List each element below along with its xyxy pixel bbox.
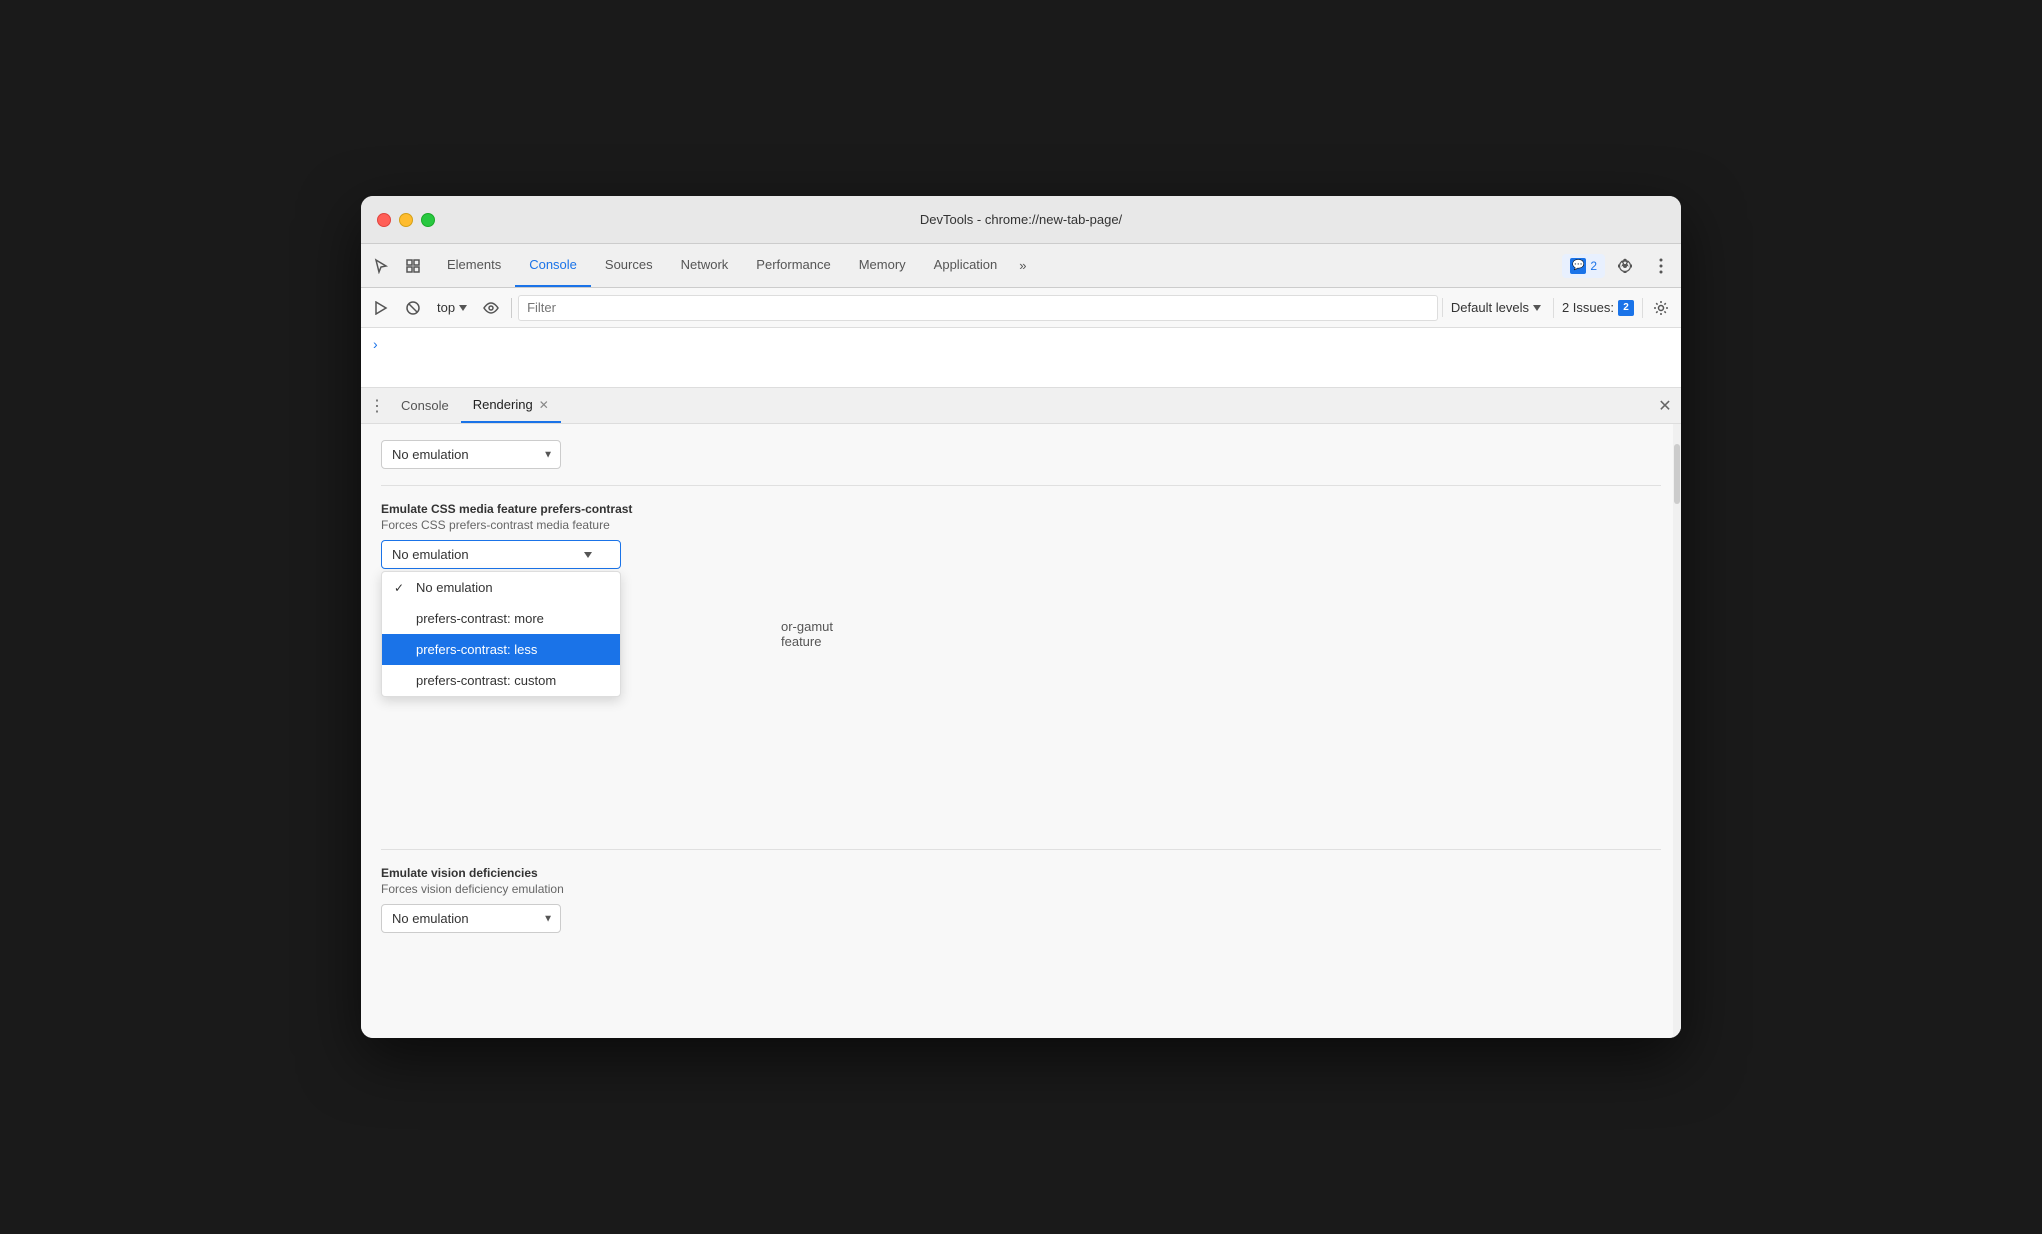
eye-icon[interactable] xyxy=(477,294,505,322)
contrast-section: Emulate CSS media feature prefers-contra… xyxy=(381,502,1661,569)
panel-close-button[interactable]: ✕ xyxy=(1653,394,1677,418)
panel-tab-close-icon[interactable]: ✕ xyxy=(539,398,549,412)
window-title: DevTools - chrome://new-tab-page/ xyxy=(920,212,1122,227)
vision-dropdown-wrapper: No emulation ▼ xyxy=(381,904,1661,933)
scrollbar-track xyxy=(1673,424,1681,1038)
filter-input[interactable] xyxy=(518,295,1438,321)
above-section: No emulation ▼ xyxy=(381,440,1661,469)
issues-count[interactable]: 2 Issues: 2 xyxy=(1553,298,1643,318)
tab-memory[interactable]: Memory xyxy=(845,244,920,287)
minimize-button[interactable] xyxy=(399,213,413,227)
toolbar-divider xyxy=(511,298,512,318)
title-bar: DevTools - chrome://new-tab-page/ xyxy=(361,196,1681,244)
close-button[interactable] xyxy=(377,213,391,227)
settings-icon[interactable] xyxy=(1609,250,1641,282)
vision-section-title: Emulate vision deficiencies xyxy=(381,866,1661,880)
console-settings-icon[interactable] xyxy=(1647,294,1675,322)
bottom-panel: ⋮ Console Rendering ✕ ✕ No emulation ▼ xyxy=(361,388,1681,1038)
devtools-window: DevTools - chrome://new-tab-page/ Elemen… xyxy=(361,196,1681,1038)
contrast-section-desc: Forces CSS prefers-contrast media featur… xyxy=(381,518,1661,532)
traffic-lights xyxy=(377,213,435,227)
vision-select-dropdown[interactable]: No emulation xyxy=(381,904,561,933)
contrast-dropdown-wrapper: No emulation ✓ No emulation p xyxy=(381,540,621,569)
tab-network[interactable]: Network xyxy=(667,244,743,287)
tab-elements[interactable]: Elements xyxy=(433,244,515,287)
context-selector[interactable]: top xyxy=(431,298,473,317)
dropdown-item-more[interactable]: prefers-contrast: more xyxy=(382,603,620,634)
tab-sources[interactable]: Sources xyxy=(591,244,667,287)
tabs-right-section: 💬 2 xyxy=(1562,250,1677,282)
main-tab-list: Elements Console Sources Network Perform… xyxy=(433,244,1011,287)
panel-tab-console[interactable]: Console xyxy=(389,388,461,423)
issues-badge[interactable]: 💬 2 xyxy=(1562,254,1605,278)
console-chevron[interactable]: › xyxy=(373,336,378,352)
panel-menu-icon[interactable]: ⋮ xyxy=(365,394,389,418)
dropdown-item-no-emulation[interactable]: ✓ No emulation xyxy=(382,572,620,603)
above-select-dropdown[interactable]: No emulation xyxy=(381,440,561,469)
more-options-icon[interactable] xyxy=(1645,250,1677,282)
run-script-icon[interactable] xyxy=(367,294,395,322)
color-gamut-partial: or-gamut feature xyxy=(781,619,833,649)
check-mark-icon: ✓ xyxy=(394,581,408,595)
tab-performance[interactable]: Performance xyxy=(742,244,844,287)
contrast-dropdown-trigger[interactable]: No emulation xyxy=(381,540,621,569)
section-separator-top xyxy=(381,485,1661,486)
section-separator-vision xyxy=(381,849,1661,850)
inspect-icon[interactable] xyxy=(397,250,429,282)
dropdown-item-less[interactable]: prefers-contrast: less xyxy=(382,634,620,665)
default-levels-dropdown[interactable]: Default levels xyxy=(1442,298,1549,317)
issues-count-icon: 2 xyxy=(1618,300,1634,316)
above-dropdown-wrapper: No emulation ▼ xyxy=(381,440,561,469)
issues-icon: 💬 xyxy=(1570,258,1586,274)
devtools-tabs-bar: Elements Console Sources Network Perform… xyxy=(361,244,1681,288)
rendering-panel-content: No emulation ▼ Emulate CSS media feature… xyxy=(361,424,1681,1038)
scrollbar-thumb[interactable] xyxy=(1674,444,1680,504)
panel-tab-rendering[interactable]: Rendering ✕ xyxy=(461,388,561,423)
clear-console-icon[interactable] xyxy=(399,294,427,322)
vision-select-wrapper: No emulation ▼ xyxy=(381,904,561,933)
vision-section-desc: Forces vision deficiency emulation xyxy=(381,882,1661,896)
context-label: top xyxy=(437,300,455,315)
tab-application[interactable]: Application xyxy=(920,244,1012,287)
maximize-button[interactable] xyxy=(421,213,435,227)
contrast-dropdown-menu: ✓ No emulation prefers-contrast: more pr… xyxy=(381,571,621,697)
contrast-section-title: Emulate CSS media feature prefers-contra… xyxy=(381,502,1661,516)
panel-tabs-bar: ⋮ Console Rendering ✕ ✕ xyxy=(361,388,1681,424)
tab-console[interactable]: Console xyxy=(515,244,591,287)
console-content: › xyxy=(361,328,1681,388)
dropdown-item-custom[interactable]: prefers-contrast: custom xyxy=(382,665,620,696)
console-toolbar: top Default levels 2 Issues: 2 xyxy=(361,288,1681,328)
tabs-overflow-button[interactable]: » xyxy=(1011,258,1034,273)
vision-section: Emulate vision deficiencies Forces visio… xyxy=(381,849,1661,933)
cursor-icon[interactable] xyxy=(365,250,397,282)
